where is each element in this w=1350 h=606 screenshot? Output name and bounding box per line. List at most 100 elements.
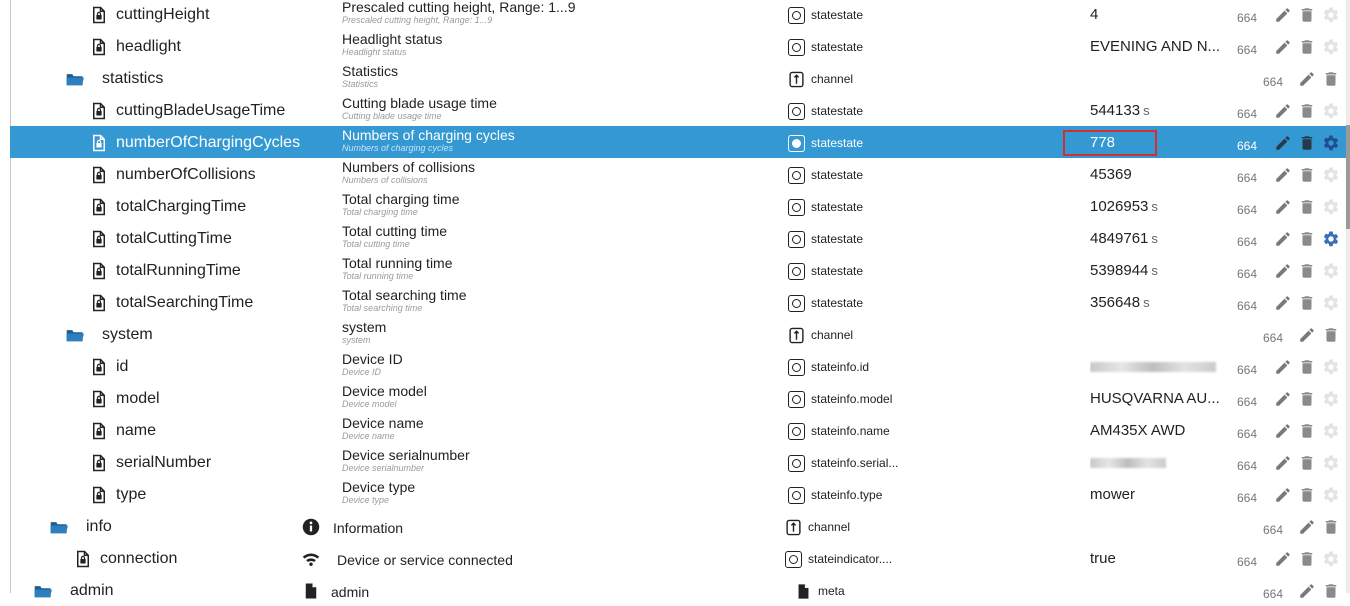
state-file-icon[interactable]: [90, 38, 108, 56]
state-file-icon[interactable]: [90, 230, 108, 248]
object-name[interactable]: numberOfCollisions: [116, 166, 256, 184]
state-file-icon[interactable]: [90, 6, 108, 24]
tree-row[interactable]: model Device model Device model stateinfo.m…: [10, 382, 1346, 414]
gear-icon[interactable]: [1322, 422, 1340, 440]
edit-icon[interactable]: [1298, 70, 1316, 88]
gear-icon[interactable]: [1322, 550, 1340, 568]
delete-icon[interactable]: [1298, 294, 1316, 312]
delete-icon[interactable]: [1298, 38, 1316, 56]
tree-row[interactable]: name Device name Device name stateinfo.name…: [10, 414, 1346, 446]
delete-icon[interactable]: [1298, 134, 1316, 152]
value-text[interactable]: HUSQVARNA AU...: [1090, 390, 1220, 407]
gear-icon[interactable]: [1322, 262, 1340, 280]
edit-icon[interactable]: [1298, 326, 1316, 344]
object-name[interactable]: totalCuttingTime: [116, 230, 232, 248]
delete-icon[interactable]: [1322, 326, 1340, 344]
value-cell[interactable]: 5398944 s: [1090, 262, 1230, 279]
delete-icon[interactable]: [1298, 6, 1316, 24]
object-name[interactable]: statistics: [102, 70, 163, 88]
value-cell[interactable]: 45369: [1090, 166, 1230, 183]
tree-row[interactable]: cuttingBladeUsageTime Cutting blade usage…: [10, 94, 1346, 126]
delete-icon[interactable]: [1298, 198, 1316, 216]
edit-icon[interactable]: [1274, 230, 1292, 248]
delete-icon[interactable]: [1298, 102, 1316, 120]
state-file-icon[interactable]: [90, 454, 108, 472]
object-name[interactable]: cuttingHeight: [116, 6, 209, 24]
tree-row[interactable]: totalChargingTime Total charging time Tota…: [10, 190, 1346, 222]
gear-icon[interactable]: [1322, 390, 1340, 408]
object-name[interactable]: name: [116, 422, 156, 440]
edit-icon[interactable]: [1274, 6, 1292, 24]
tree-row[interactable]: serialNumber Device serialnumber Device se…: [10, 446, 1346, 478]
tree-row[interactable]: numberOfChargingCycles Numbers of chargin…: [10, 126, 1346, 158]
value-cell[interactable]: 4849761 s: [1090, 230, 1230, 247]
object-name[interactable]: headlight: [116, 38, 181, 56]
state-file-icon[interactable]: [90, 102, 108, 120]
object-name[interactable]: totalSearchingTime: [116, 294, 253, 312]
delete-icon[interactable]: [1298, 422, 1316, 440]
edit-icon[interactable]: [1274, 198, 1292, 216]
object-name[interactable]: totalChargingTime: [116, 198, 246, 216]
state-file-icon[interactable]: [74, 550, 92, 568]
tree-row[interactable]: id Device ID Device ID stateinfo.id 664: [10, 350, 1346, 382]
edit-icon[interactable]: [1298, 582, 1316, 600]
value-text[interactable]: EVENING AND N...: [1090, 38, 1220, 55]
tree-row[interactable]: admin admin meta 664: [10, 574, 1346, 606]
value-text[interactable]: 4: [1090, 6, 1098, 23]
edit-icon[interactable]: [1274, 102, 1292, 120]
value-text[interactable]: 5398944: [1090, 262, 1148, 279]
gear-icon[interactable]: [1322, 6, 1340, 24]
delete-icon[interactable]: [1298, 262, 1316, 280]
delete-icon[interactable]: [1298, 486, 1316, 504]
value-cell[interactable]: 1026953 s: [1090, 198, 1230, 215]
edit-icon[interactable]: [1274, 134, 1292, 152]
edit-icon[interactable]: [1274, 166, 1292, 184]
tree-row[interactable]: info Information channel 664: [10, 510, 1346, 542]
gear-icon[interactable]: [1322, 230, 1340, 248]
object-name[interactable]: totalRunningTime: [116, 262, 241, 280]
folder-icon[interactable]: [66, 326, 84, 344]
tree-row[interactable]: cuttingHeight Prescaled cutting height, R…: [10, 0, 1346, 30]
gear-icon[interactable]: [1322, 486, 1340, 504]
value-cell[interactable]: 356648 s: [1090, 294, 1230, 311]
tree-row[interactable]: type Device type Device type stateinfo.type…: [10, 478, 1346, 510]
state-file-icon[interactable]: [90, 390, 108, 408]
state-file-icon[interactable]: [90, 294, 108, 312]
folder-icon[interactable]: [66, 70, 84, 88]
folder-icon[interactable]: [50, 518, 68, 536]
edit-icon[interactable]: [1274, 454, 1292, 472]
value-cell[interactable]: HUSQVARNA AU...: [1090, 390, 1230, 407]
tree-row[interactable]: system system system channel 664: [10, 318, 1346, 350]
value-cell[interactable]: AM435X AWD: [1090, 422, 1230, 439]
object-name[interactable]: system: [102, 326, 153, 344]
gear-icon[interactable]: [1322, 134, 1340, 152]
edit-icon[interactable]: [1274, 390, 1292, 408]
state-file-icon[interactable]: [90, 166, 108, 184]
delete-icon[interactable]: [1298, 230, 1316, 248]
edit-icon[interactable]: [1274, 294, 1292, 312]
edit-icon[interactable]: [1274, 550, 1292, 568]
value-cell[interactable]: 544133 s: [1090, 102, 1230, 119]
tree-row[interactable]: numberOfCollisions Numbers of collisions N…: [10, 158, 1346, 190]
value-text[interactable]: 544133: [1090, 102, 1140, 119]
object-name[interactable]: type: [116, 486, 146, 504]
gear-icon[interactable]: [1322, 294, 1340, 312]
tree-row[interactable]: statistics Statistics Statistics channel 664: [10, 62, 1346, 94]
object-name[interactable]: serialNumber: [116, 454, 211, 472]
value-cell[interactable]: true: [1090, 550, 1230, 567]
scrollbar[interactable]: [1346, 0, 1350, 593]
edit-icon[interactable]: [1274, 486, 1292, 504]
value-text[interactable]: true: [1090, 550, 1116, 567]
edit-icon[interactable]: [1274, 38, 1292, 56]
state-file-icon[interactable]: [90, 486, 108, 504]
value-text[interactable]: mower: [1090, 486, 1135, 503]
edit-icon[interactable]: [1298, 518, 1316, 536]
value-cell[interactable]: 4: [1090, 6, 1230, 23]
state-file-icon[interactable]: [90, 262, 108, 280]
gear-icon[interactable]: [1322, 102, 1340, 120]
tree-row[interactable]: connection Device or service connected sta…: [10, 542, 1346, 574]
state-file-icon[interactable]: [90, 134, 108, 152]
tree-row[interactable]: headlight Headlight status Headlight statu…: [10, 30, 1346, 62]
delete-icon[interactable]: [1298, 166, 1316, 184]
edit-icon[interactable]: [1274, 358, 1292, 376]
